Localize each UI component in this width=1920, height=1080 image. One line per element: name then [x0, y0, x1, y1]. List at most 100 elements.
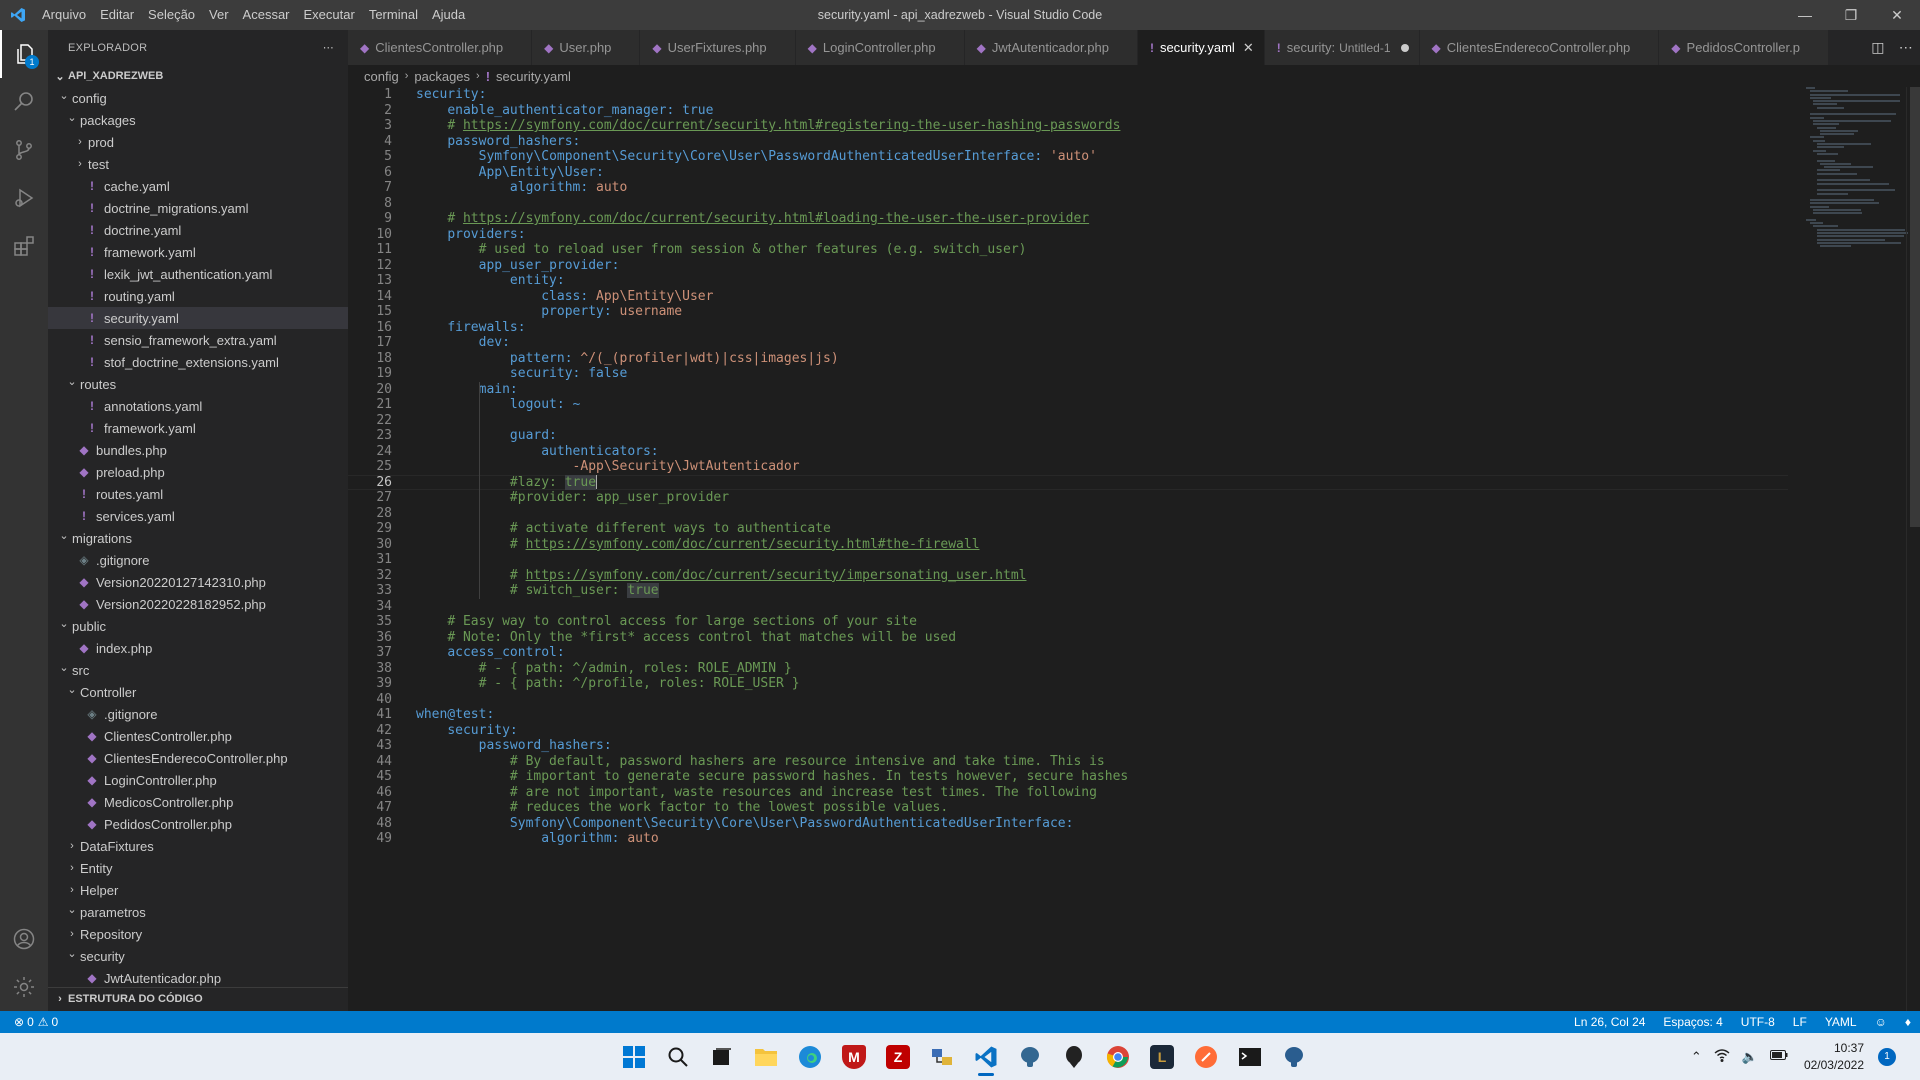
code-line[interactable]: 1 security: [348, 87, 1788, 103]
code-line[interactable]: 12 app_user_provider: [348, 258, 1788, 274]
warning-count[interactable]: 0 [52, 1015, 59, 1029]
code-line[interactable]: 17 dev: [348, 335, 1788, 351]
tree-file[interactable]: ◆ index.php [48, 637, 348, 659]
tree-file[interactable]: ! lexik_jwt_authentication.yaml [48, 263, 348, 285]
tree-file[interactable]: ! security.yaml [48, 307, 348, 329]
editor-tab[interactable]: ◆ ClientesController.php [348, 30, 533, 65]
tree-file[interactable]: ◆ MedicosController.php [48, 791, 348, 813]
code-line[interactable]: 22 [348, 413, 1788, 429]
tree-folder[interactable]: ⌄ config [48, 87, 348, 109]
minimize-icon[interactable]: — [1782, 0, 1828, 30]
unsaved-dot-icon[interactable] [1400, 43, 1409, 52]
source-control-icon[interactable] [0, 126, 48, 174]
menu-item[interactable]: Ver [202, 0, 236, 30]
code-line[interactable]: 9 # https://symfony.com/doc/current/secu… [348, 211, 1788, 227]
tree-file[interactable]: ! annotations.yaml [48, 395, 348, 417]
code-line[interactable]: 26 #lazy: true [348, 474, 1788, 490]
tree-file[interactable]: ◆ Version20220127142310.php [48, 571, 348, 593]
postman-icon[interactable] [1184, 1037, 1228, 1077]
error-count[interactable]: 0 [27, 1015, 34, 1029]
tree-folder[interactable]: › test [48, 153, 348, 175]
editor-tab[interactable]: ◆ UserFixtures.php [640, 30, 796, 65]
terminal-icon[interactable] [1228, 1037, 1272, 1077]
chevron-up-icon[interactable]: ⌃ [1691, 1049, 1702, 1065]
cursor-position[interactable]: Ln 26, Col 24 [1565, 1015, 1654, 1029]
language-mode[interactable]: YAML [1816, 1015, 1866, 1029]
pgadmin-icon[interactable] [1272, 1037, 1316, 1077]
postgres-icon[interactable] [1008, 1037, 1052, 1077]
code-line[interactable]: 8 [348, 196, 1788, 212]
code-line[interactable]: 2 enable_authenticator_manager: true [348, 103, 1788, 119]
code-line[interactable]: 46 # are not important, waste resources … [348, 785, 1788, 801]
code-line[interactable]: 25 -App\Security\JwtAutenticador [348, 459, 1788, 475]
code-line[interactable]: 48 Symfony\Component\Security\Core\User\… [348, 816, 1788, 832]
code-line[interactable]: 49 algorithm: auto [348, 831, 1788, 847]
close-window-icon[interactable]: ✕ [1874, 0, 1920, 30]
network-tool-icon[interactable] [920, 1037, 964, 1077]
tree-folder[interactable]: › DataFixtures [48, 835, 348, 857]
menu-item[interactable]: Ajuda [425, 0, 472, 30]
account-icon[interactable] [0, 915, 48, 963]
league-client-icon[interactable]: L [1140, 1037, 1184, 1077]
code-line[interactable]: 3 # https://symfony.com/doc/current/secu… [348, 118, 1788, 134]
tree-file[interactable]: ◆ Version20220228182952.php [48, 593, 348, 615]
vscode-taskbar-icon[interactable] [964, 1037, 1008, 1077]
editor-tab[interactable]: ◆ User.php [532, 30, 641, 65]
edge-browser-icon[interactable] [788, 1037, 832, 1077]
code-line[interactable]: 38 # - { path: ^/admin, roles: ROLE_ADMI… [348, 661, 1788, 677]
notifications-bell-icon[interactable]: ♦ [1896, 1015, 1920, 1029]
windows-start-icon[interactable] [612, 1037, 656, 1077]
code-line[interactable]: 41 when@test: [348, 707, 1788, 723]
code-line[interactable]: 15 property: username [348, 304, 1788, 320]
code-line[interactable]: 16 firewalls: [348, 320, 1788, 336]
code-line[interactable]: 13 entity: [348, 273, 1788, 289]
mcafee-icon[interactable]: M [832, 1037, 876, 1077]
code-line[interactable]: 5 Symfony\Component\Security\Core\User\P… [348, 149, 1788, 165]
tree-file[interactable]: ! stof_doctrine_extensions.yaml [48, 351, 348, 373]
code-line[interactable]: 36 # Note: Only the *first* access contr… [348, 630, 1788, 646]
tree-file[interactable]: ! routes.yaml [48, 483, 348, 505]
tree-file[interactable]: ◈ .gitignore [48, 703, 348, 725]
split-editor-icon[interactable]: ◫ [1871, 39, 1884, 56]
alien-app-icon[interactable] [1052, 1037, 1096, 1077]
tree-file[interactable]: ◆ LoginController.php [48, 769, 348, 791]
wifi-icon[interactable] [1714, 1048, 1730, 1065]
tree-folder[interactable]: › Helper [48, 879, 348, 901]
menu-item[interactable]: Executar [297, 0, 362, 30]
run-debug-icon[interactable] [0, 174, 48, 222]
code-line[interactable]: 20 main: [348, 382, 1788, 398]
feedback-icon[interactable]: ☺ [1866, 1015, 1896, 1029]
tree-folder[interactable]: ⌄ routes [48, 373, 348, 395]
restore-icon[interactable]: ❐ [1828, 0, 1874, 30]
tree-folder[interactable]: ⌄ packages [48, 109, 348, 131]
tree-file[interactable]: ! framework.yaml [48, 241, 348, 263]
encoding[interactable]: UTF-8 [1732, 1015, 1784, 1029]
code-editor[interactable]: 1 security: 2 enable_authenticator_manager… [348, 87, 1920, 1011]
code-line[interactable]: 6 App\Entity\User: [348, 165, 1788, 181]
editor-scrollbar[interactable] [1906, 87, 1920, 1011]
code-line[interactable]: 35 # Easy way to control access for larg… [348, 614, 1788, 630]
tree-file[interactable]: ! doctrine_migrations.yaml [48, 197, 348, 219]
tree-file[interactable]: ! doctrine.yaml [48, 219, 348, 241]
code-line[interactable]: 4 password_hashers: [348, 134, 1788, 150]
code-line[interactable]: 44 # By default, password hashers are re… [348, 754, 1788, 770]
tree-folder[interactable]: › Repository [48, 923, 348, 945]
code-line[interactable]: 33 # switch_user: true [348, 583, 1788, 599]
code-line[interactable]: 28 [348, 506, 1788, 522]
editor-tab[interactable]: ! security.yaml ✕ [1137, 30, 1265, 65]
code-line[interactable]: 27 #provider: app_user_provider [348, 490, 1788, 506]
menu-item[interactable]: Arquivo [35, 0, 93, 30]
project-root[interactable]: ⌄ API_XADREZWEB [48, 65, 348, 87]
code-line[interactable]: 43 password_hashers: [348, 738, 1788, 754]
code-line[interactable]: 42 security: [348, 723, 1788, 739]
code-line[interactable]: 10 providers: [348, 227, 1788, 243]
clock[interactable]: 10:37 02/03/2022 [1804, 1040, 1864, 1074]
code-line[interactable]: 39 # - { path: ^/profile, roles: ROLE_US… [348, 676, 1788, 692]
menu-item[interactable]: Terminal [362, 0, 425, 30]
editor-tab[interactable]: ◆ ClientesEnderecoController.php [1419, 30, 1660, 65]
tree-folder[interactable]: ⌄ src [48, 659, 348, 681]
code-line[interactable]: 24 authenticators: [348, 444, 1788, 460]
editor-tab[interactable]: ◆ JwtAutenticador.php [964, 30, 1138, 65]
code-line[interactable]: 14 class: App\Entity\User [348, 289, 1788, 305]
filezilla-icon[interactable]: Z [876, 1037, 920, 1077]
